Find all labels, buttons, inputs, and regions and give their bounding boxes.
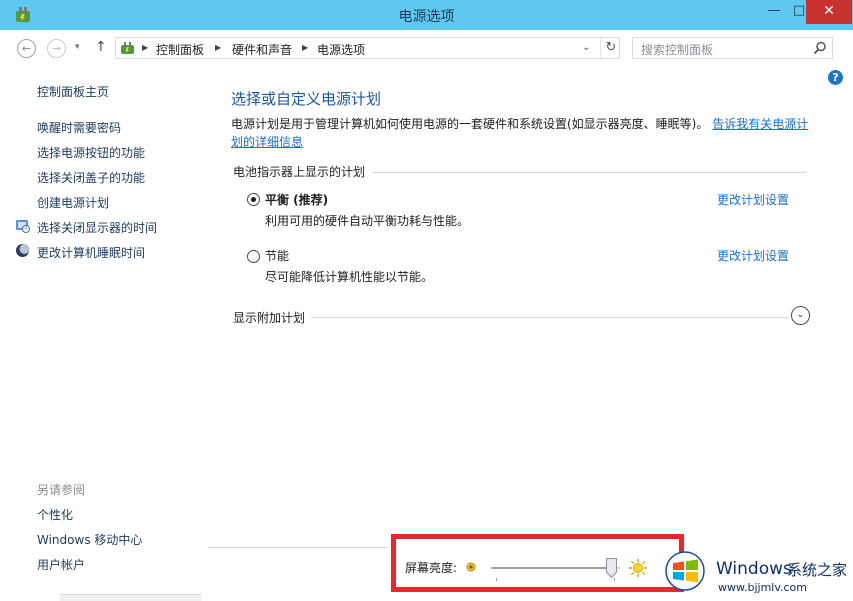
recent-dropdown-icon[interactable]: ▾ [75, 42, 80, 52]
page-title: 选择或自定义电源计划 [231, 88, 381, 109]
help-icon[interactable]: ? [828, 70, 843, 85]
breadcrumb-separator-icon: ▶ [302, 43, 308, 52]
sidebar-item-sleep-time[interactable]: 更改计算机睡眠时间 [37, 244, 145, 261]
power-saver-plan-description: 尽可能降低计算机性能以节能。 [265, 268, 433, 285]
see-also-heading: 另请参阅 [37, 481, 85, 498]
watermark-brand: Windows [716, 559, 792, 579]
control-panel-icon [119, 40, 136, 57]
brightness-slider-track[interactable] [491, 567, 620, 569]
search-input[interactable]: 搜索控制面板 [641, 41, 713, 58]
slider-tick [614, 578, 615, 581]
display-timer-icon [15, 218, 30, 233]
brightness-slider-thumb[interactable] [606, 558, 617, 578]
address-bar[interactable]: ▶ 控制面板 ▶ 硬件和声音 ▶ 电源选项 ⌄ ↻ [115, 37, 620, 59]
breadcrumb-control-panel[interactable]: 控制面板 [156, 41, 204, 58]
brightness-slider-fill [491, 567, 617, 569]
watermark: Windows 系统之家 www.bjjmlv.com [661, 548, 851, 598]
balanced-plan-radio[interactable] [247, 193, 260, 206]
forward-arrow-icon[interactable]: → [47, 39, 66, 58]
description-text: 电源计划是用于管理计算机如何使用电源的一套硬件和系统设置(如显示器亮度、睡眠等)… [231, 117, 708, 131]
close-button[interactable]: ✕ [806, 0, 852, 24]
back-arrow-icon[interactable]: ← [17, 39, 36, 58]
breadcrumb-separator-icon: ▶ [142, 43, 148, 52]
bright-sun-icon [628, 558, 648, 578]
sidebar-item-display-off[interactable]: 选择关闭显示器的时间 [37, 219, 157, 236]
sidebar-item-create-plan[interactable]: 创建电源计划 [37, 194, 109, 211]
dim-brightness-icon [466, 562, 476, 572]
breadcrumb-hardware-sound[interactable]: 硬件和声音 [232, 41, 292, 58]
watermark-suffix: 系统之家 [787, 559, 847, 580]
balanced-plan-name[interactable]: 平衡 (推荐) [265, 191, 328, 208]
navigation-bar: ← → ▾ ↑ ▶ 控制面板 ▶ 硬件和声音 ▶ 电源选项 ⌄ ↻ 搜索控制面板 [0, 30, 853, 66]
slider-tick [496, 578, 497, 581]
window-title: 电源选项 [0, 6, 853, 26]
watermark-url: www.bjjmlv.com [718, 581, 807, 594]
chevron-down-icon[interactable]: ⌄ [791, 306, 810, 325]
title-bar: 电源选项 — □ ✕ [0, 0, 853, 30]
show-additional-plans-label[interactable]: 显示附加计划 [233, 309, 305, 326]
search-icon[interactable] [813, 41, 827, 55]
breadcrumb-power-options[interactable]: 电源选项 [317, 41, 365, 58]
power-saver-plan-radio[interactable] [247, 250, 260, 263]
additional-plans-divider [311, 317, 789, 318]
radio-selected-dot [251, 197, 256, 202]
minimize-button[interactable]: — [760, 0, 788, 24]
page-description: 电源计划是用于管理计算机如何使用电源的一套硬件和系统设置(如显示器亮度、睡眠等)… [231, 115, 809, 151]
see-also-personalization[interactable]: 个性化 [37, 506, 73, 523]
battery-plans-group-label: 电池指示器上显示的计划 [233, 163, 365, 180]
breadcrumb-separator-icon: ▶ [215, 43, 221, 52]
address-dropdown-icon[interactable]: ⌄ [582, 42, 590, 53]
see-also-mobility-center[interactable]: Windows 移动中心 [37, 531, 142, 548]
windows-logo [665, 551, 705, 591]
search-box[interactable]: 搜索控制面板 [632, 37, 833, 59]
refresh-icon[interactable]: ↻ [600, 38, 621, 58]
group-divider [373, 172, 806, 173]
power-saver-plan-settings-link[interactable]: 更改计划设置 [717, 247, 789, 264]
up-arrow-icon[interactable]: ↑ [95, 39, 107, 55]
balanced-plan-settings-link[interactable]: 更改计划设置 [717, 191, 789, 208]
power-saver-plan-name[interactable]: 节能 [265, 247, 289, 264]
see-also-user-accounts[interactable]: 用户帐户 [37, 556, 85, 573]
sleep-moon-icon [15, 243, 30, 258]
sidebar-home-link[interactable]: 控制面板主页 [37, 83, 109, 100]
sidebar-item-wake-password[interactable]: 唤醒时需要密码 [37, 119, 121, 136]
brightness-label: 屏幕亮度: [405, 559, 457, 576]
sidebar-item-power-buttons[interactable]: 选择电源按钮的功能 [37, 144, 145, 161]
sidebar-item-lid-close[interactable]: 选择关闭盖子的功能 [37, 169, 145, 186]
balanced-plan-description: 利用可用的硬件自动平衡功耗与性能。 [265, 212, 469, 229]
footer-divider [208, 547, 388, 548]
